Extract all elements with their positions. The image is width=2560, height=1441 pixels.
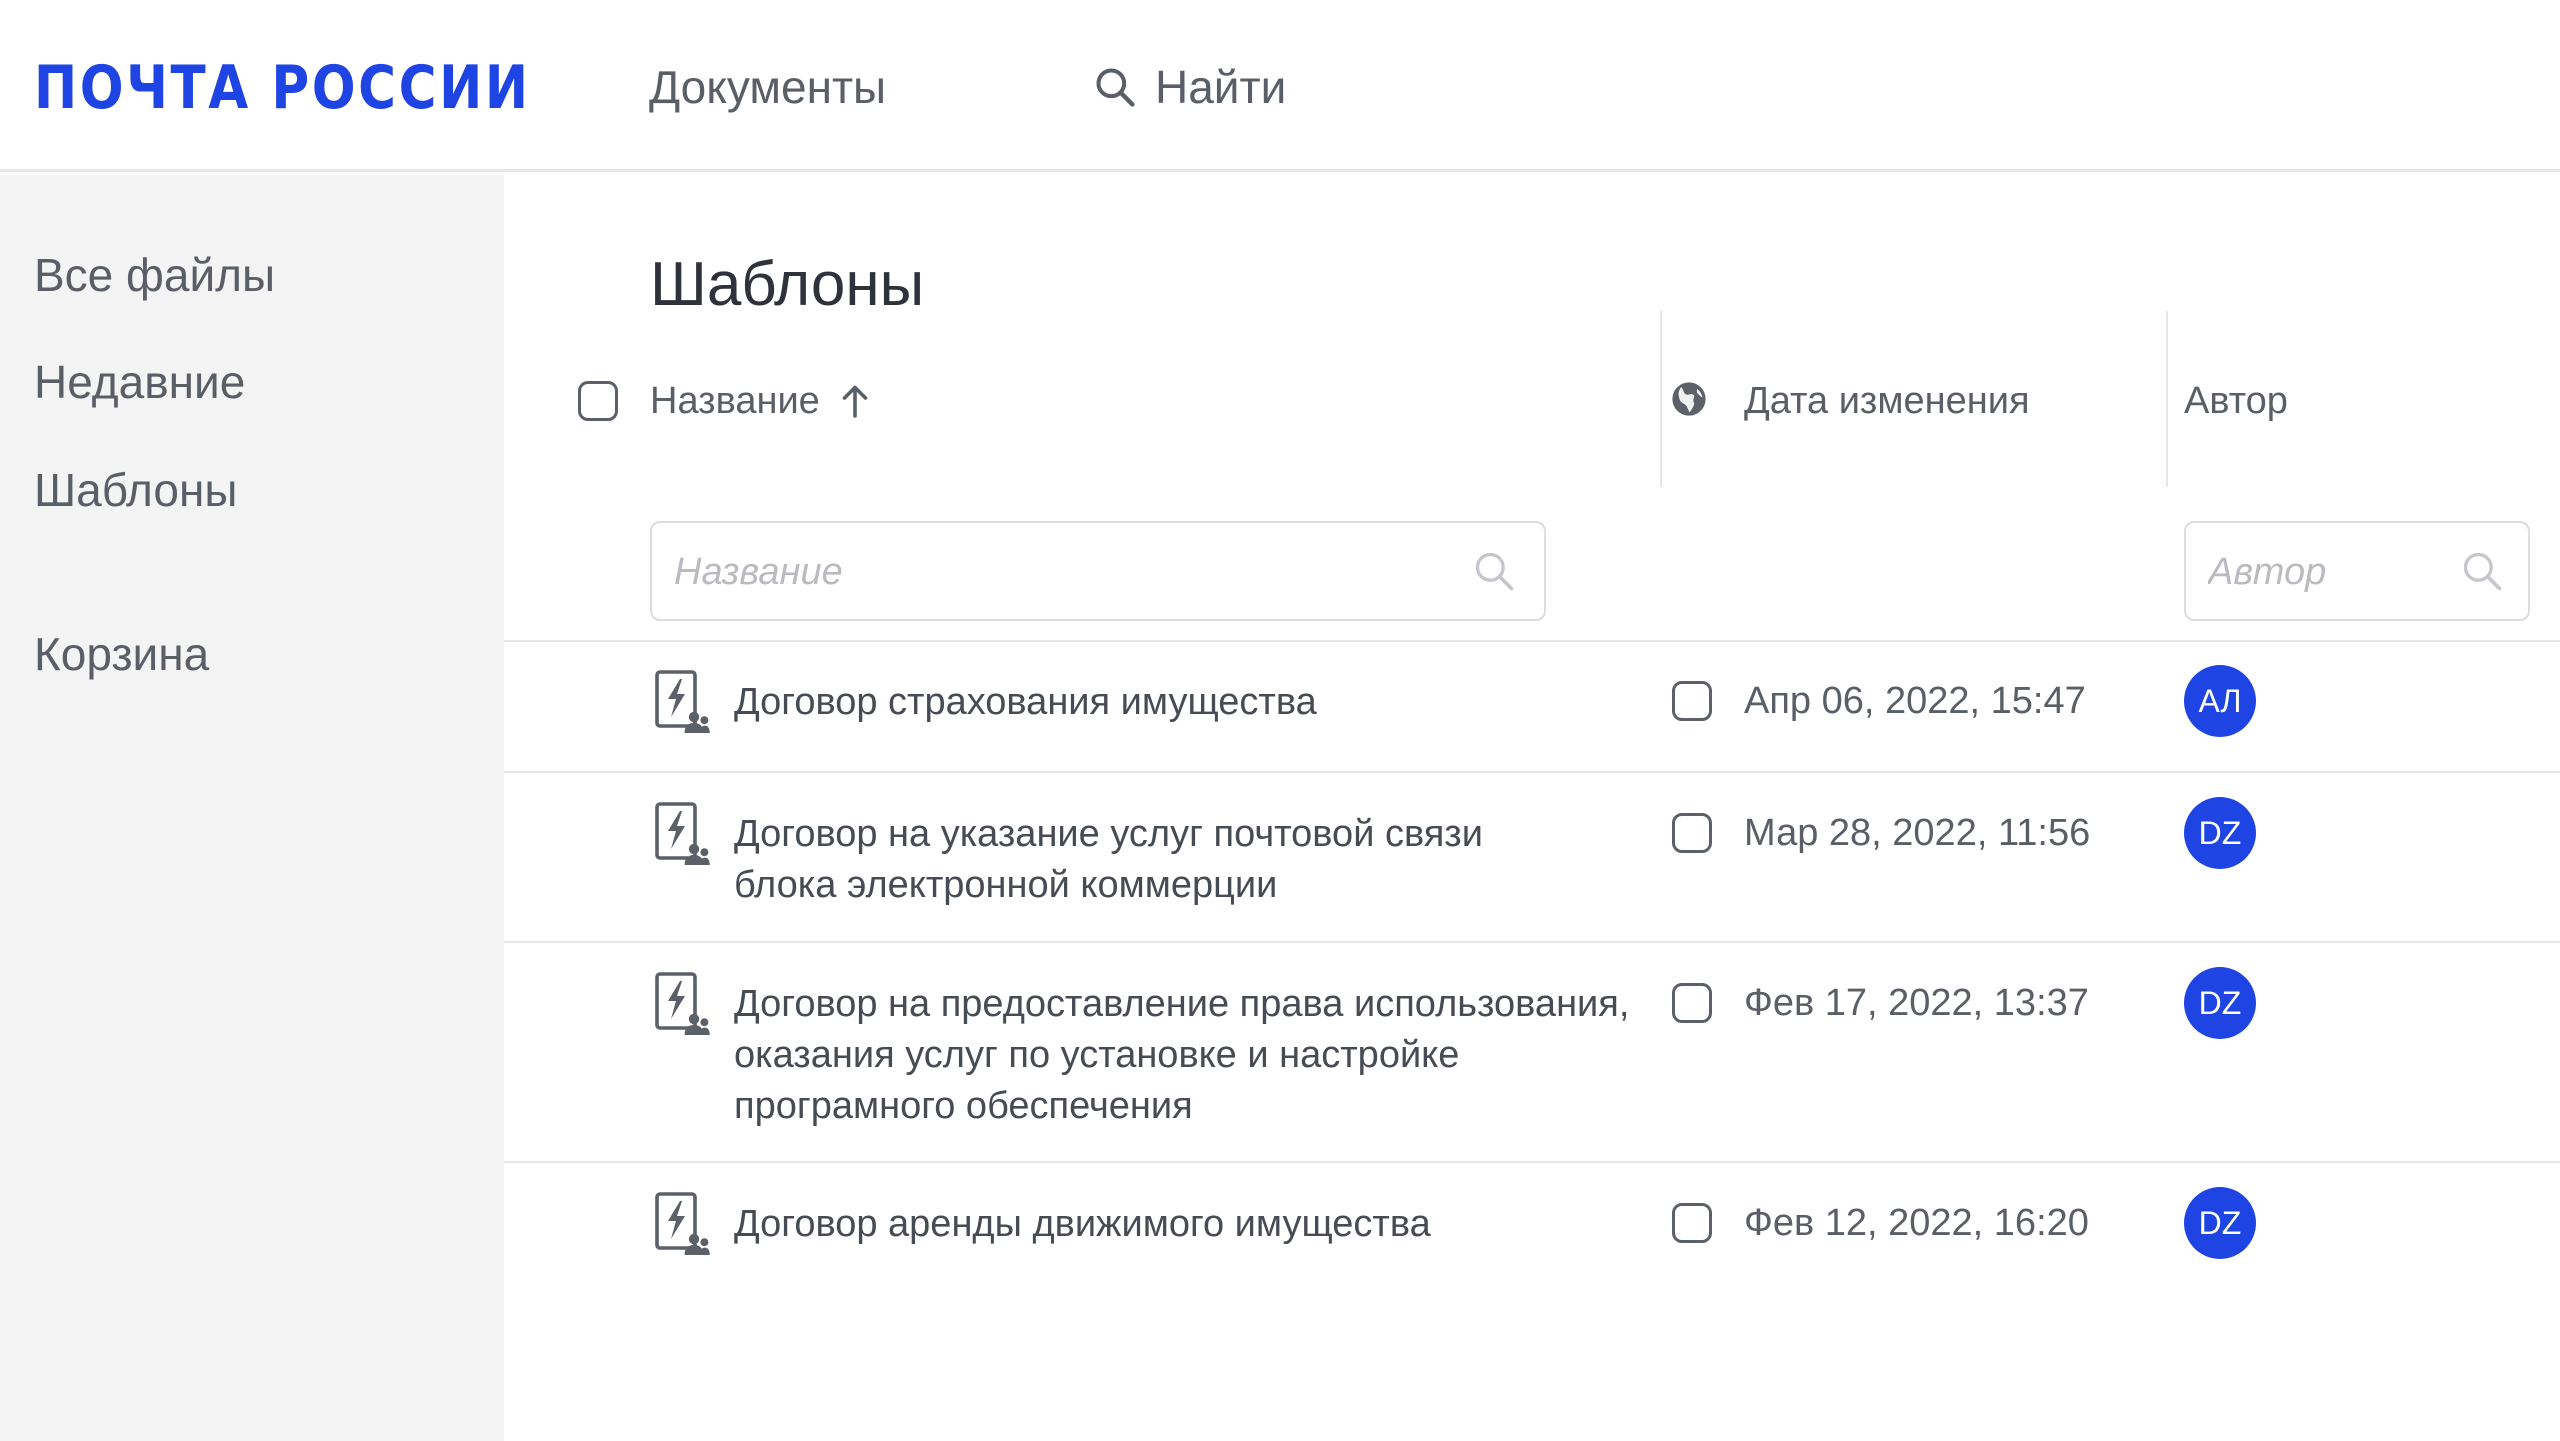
nav-documents-link[interactable]: Документы [649,55,886,119]
template-document-icon [655,802,710,865]
rows-layer: Договор страхования имущества Апр 06, 202… [504,175,2560,1441]
modified-date: Мар 28, 2022, 11:56 [1744,812,2091,854]
author-avatar[interactable]: АЛ [2184,665,2256,737]
author-avatar[interactable]: DZ [2184,967,2256,1039]
document-name[interactable]: Договор аренды движимого имущества [734,1199,1614,1250]
nav-search-link[interactable]: Найти [1093,55,1286,119]
table-row[interactable]: Договор аренды движимого имущества Фев 12… [504,1163,2560,1293]
modified-date: Фев 17, 2022, 13:37 [1744,982,2089,1024]
document-name-line: блока электронной коммерции [734,864,1278,906]
author-avatar[interactable]: DZ [2184,797,2256,869]
modified-date: Фев 12, 2022, 16:20 [1744,1202,2089,1244]
row-public-checkbox[interactable] [1672,813,1712,853]
document-name-line: програмного обеспечения [734,1085,1193,1127]
sidebar-item-recent[interactable]: Недавние [34,350,245,414]
modified-date: Апр 06, 2022, 15:47 [1744,680,2086,722]
template-document-icon [655,1192,710,1255]
document-name[interactable]: Договор на указание услуг почтовой связи… [734,809,1614,911]
document-name-line: Договор на предоставление права использо… [734,983,1630,1025]
document-name[interactable]: Договор на предоставление права использо… [734,979,1630,1132]
table-row[interactable]: Договор на указание услуг почтовой связи… [504,773,2560,941]
top-header: ПОЧТА РОССИИ Документы Найти [0,0,2560,172]
document-name-line: Договор страхования имущества [734,681,1317,723]
sidebar-item-templates[interactable]: Шаблоны [34,458,237,522]
row-public-checkbox[interactable] [1672,1203,1712,1243]
search-icon [1096,68,1135,107]
template-document-icon [655,972,710,1035]
document-name-line: оказания услуг по установке и настройке [734,1034,1460,1076]
document-name[interactable]: Договор страхования имущества [734,677,1614,728]
sidebar-item-trash[interactable]: Корзина [34,622,209,686]
row-public-checkbox[interactable] [1672,983,1712,1023]
document-name-line: Договор на указание услуг почтовой связи [734,813,1483,855]
brand-logo[interactable]: ПОЧТА РОССИИ [34,48,531,128]
table-row[interactable]: Договор страхования имущества Апр 06, 202… [504,641,2560,771]
template-document-icon [655,670,710,733]
table-row[interactable]: Договор на предоставление права использо… [504,943,2560,1161]
author-avatar[interactable]: DZ [2184,1187,2256,1259]
sidebar: Все файлы Недавние Шаблоны Корзина [0,175,504,1441]
sidebar-item-all-files[interactable]: Все файлы [34,243,275,307]
document-name-line: Договор аренды движимого имущества [734,1203,1431,1245]
nav-search-label: Найти [1155,61,1287,113]
row-public-checkbox[interactable] [1672,681,1712,721]
